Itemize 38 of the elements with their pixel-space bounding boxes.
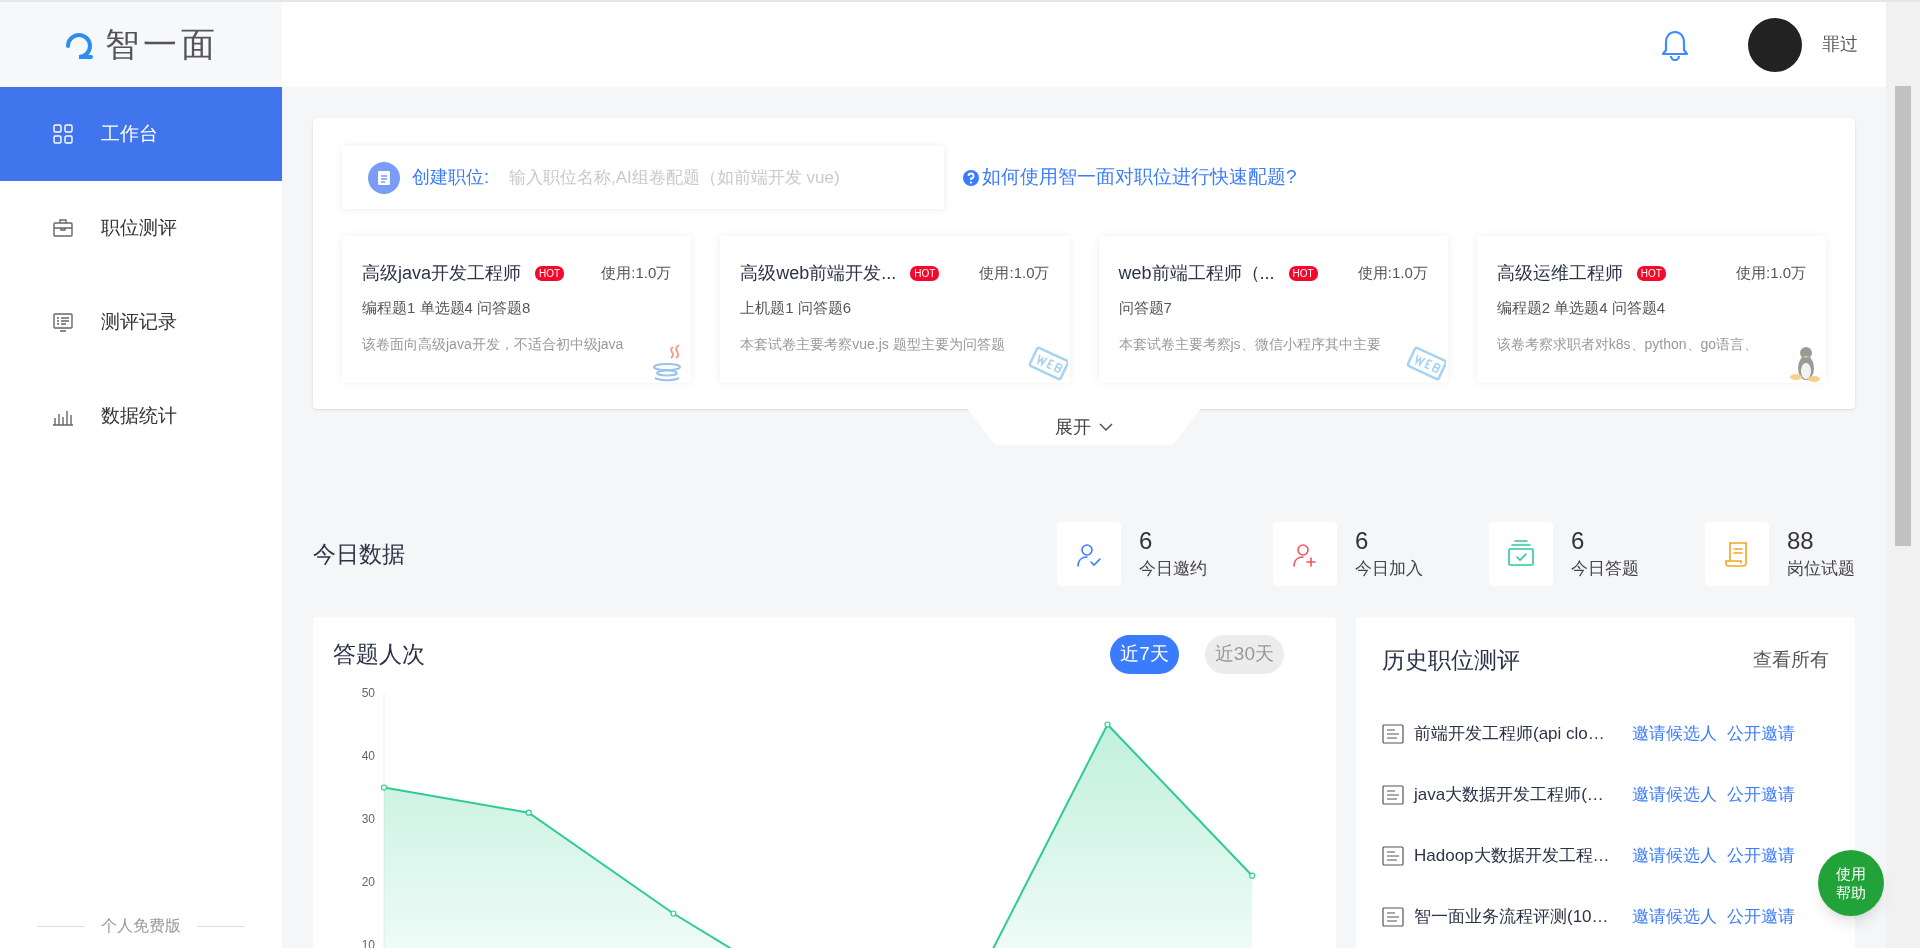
- hot-badge: HOT: [1288, 266, 1318, 281]
- template-title: 高级java开发工程师: [362, 262, 522, 285]
- axis-tick-label: 30: [361, 812, 375, 826]
- stat-value: 6: [1139, 526, 1154, 556]
- template-description: 本套试卷主要考察js、微信小程序其中主要: [1118, 334, 1381, 354]
- hot-badge: HOT: [1636, 266, 1666, 281]
- question-summary: 编程题2 单选题4 问答题4: [1496, 298, 1666, 318]
- stat-value: 6: [1571, 526, 1586, 556]
- plan-label: 个人免费版: [101, 916, 181, 936]
- section-title: 今日数据: [313, 539, 405, 569]
- template-description: 该卷面向高级java开发，不适合初中级java: [362, 334, 624, 354]
- question-summary: 问答题7: [1118, 298, 1172, 318]
- template-title: 高级运维工程师: [1496, 262, 1623, 285]
- create-position-label: 创建职位:: [412, 166, 489, 189]
- stat-value: 88: [1787, 526, 1815, 556]
- template-title: 高级web前端开发...: [740, 262, 897, 285]
- stat-label: 今日邀约: [1139, 558, 1207, 580]
- hot-badge: HOT: [910, 266, 940, 281]
- panel-title: 历史职位测评: [1382, 646, 1520, 675]
- question-summary: 上机题1 问答题6: [740, 298, 852, 318]
- template-description: 该卷考察求职者对k8s、python、go语言、: [1496, 334, 1759, 354]
- template-description: 本套试卷主要考察vue.js 题型主要为问答题: [740, 334, 1005, 354]
- axis-tick-label: 40: [361, 749, 375, 763]
- question-summary: 编程题1 单选题4 问答题8: [362, 298, 531, 318]
- axis-tick-label: 50: [361, 686, 375, 700]
- template-title: web前端工程师（...: [1118, 262, 1275, 285]
- axis-tick-label: 20: [361, 875, 375, 889]
- panel-title: 答题人次: [333, 640, 425, 670]
- hot-badge: HOT: [535, 266, 565, 281]
- stat-label: 今日加入: [1355, 558, 1423, 580]
- stat-label: 今日答题: [1571, 558, 1639, 580]
- stat-value: 6: [1355, 526, 1370, 556]
- usage-count: 使用:1.0万: [1357, 263, 1428, 284]
- usage-count: 使用:1.0万: [979, 263, 1050, 284]
- usage-count: 使用:1.0万: [1735, 263, 1806, 284]
- logo-text: 智一面: [105, 24, 219, 65]
- stat-label: 岗位试题: [1787, 558, 1855, 580]
- usage-count: 使用:1.0万: [601, 263, 672, 284]
